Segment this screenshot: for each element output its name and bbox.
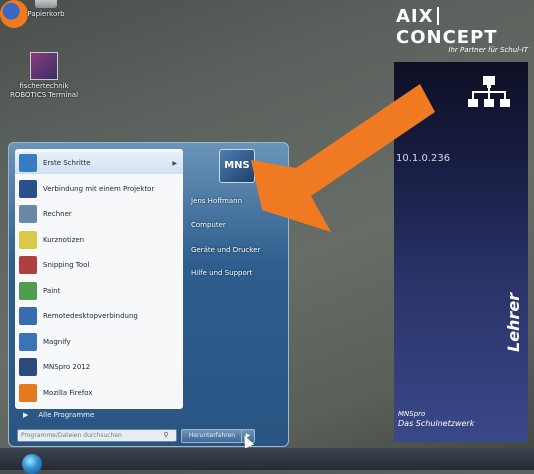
program-item[interactable]: Remotedesktopverbindung xyxy=(15,305,183,327)
scissors-icon xyxy=(19,256,37,274)
program-item-label: Rechner xyxy=(43,210,72,218)
logo-left-text: AIX xyxy=(396,6,434,27)
program-item[interactable]: MNSpro 2012 xyxy=(15,356,183,378)
info-side-panel: 10.1.0.236 Lehrer MNSpro Das Schulnetzwe… xyxy=(394,62,528,442)
program-item[interactable]: Verbindung mit einem Projektor xyxy=(15,178,183,200)
program-item-label: Erste Schritte xyxy=(43,159,91,167)
program-item-label: Magnify xyxy=(43,337,71,346)
program-item-label: Verbindung mit einem Projektor xyxy=(43,184,155,193)
ip-address: 10.1.0.236 xyxy=(396,153,451,164)
search-icon[interactable]: ⚲ xyxy=(159,429,173,441)
submenu-arrow-icon: ▶ xyxy=(172,159,177,167)
user-picture[interactable]: MNS xyxy=(219,149,255,183)
shutdown-button[interactable]: Herunterfahren xyxy=(181,429,243,443)
aixconcept-logo: AIXCONCEPT Ihr Partner für Schul-IT xyxy=(396,6,528,54)
taskbar xyxy=(0,448,534,470)
program-item[interactable]: Kurznotizen xyxy=(15,229,183,251)
network-tree-icon xyxy=(468,76,510,107)
right-link-devices-printers[interactable]: Geräte und Drucker xyxy=(191,246,260,254)
search-input[interactable]: Programme/Dateien durchsuchen xyxy=(17,429,177,442)
program-item-label: Paint xyxy=(43,286,61,295)
right-link-help-support[interactable]: Hilfe und Support xyxy=(191,269,252,277)
paint-icon xyxy=(19,281,37,300)
all-programs-label: Alle Programme xyxy=(38,411,95,419)
remote-desktop-icon xyxy=(19,307,37,325)
program-item[interactable]: Erste Schritte ▶ xyxy=(15,152,183,174)
mnspro-icon xyxy=(19,358,37,376)
triangle-right-icon: ▶ xyxy=(23,411,29,419)
ip-info: 10.1.0.236 xyxy=(396,154,450,164)
program-item[interactable]: Magnify xyxy=(15,331,183,353)
recycle-bin-icon xyxy=(35,0,57,8)
robotics-terminal-icon xyxy=(30,52,58,80)
desktop-icon-recycle-bin[interactable]: Papierkorb xyxy=(16,0,76,19)
program-item[interactable]: Paint xyxy=(15,280,183,302)
program-item-label: Kurznotizen xyxy=(43,235,85,244)
program-item[interactable]: Rechner xyxy=(15,203,183,225)
program-list: Erste Schritte ▶ Verbindung mit einem Proj… xyxy=(15,149,183,409)
desktop-icon-label: Papierkorb xyxy=(27,10,65,18)
program-item-label: Snipping Tool xyxy=(43,261,90,269)
start-menu: Erste Schritte ▶ Verbindung mit einem Proj… xyxy=(8,142,289,447)
sticky-notes-icon xyxy=(19,230,37,249)
desktop-icon-robotics-terminal[interactable]: fischertechnik ROBOTICS Terminal xyxy=(4,52,84,100)
right-link-computer[interactable]: Computer xyxy=(191,221,226,229)
start-menu-right-column: MNS Jens Hoffmann Computer Geräte und Dr… xyxy=(181,143,287,443)
getting-started-icon xyxy=(19,154,37,172)
program-item[interactable]: Snipping Tool xyxy=(15,254,183,276)
program-item-label: MNSpro 2012 xyxy=(43,363,91,371)
projector-icon xyxy=(19,179,37,198)
role-label: Lehrer xyxy=(504,292,523,352)
firefox-icon xyxy=(19,383,37,402)
desktop-icon-label: fischertechnik ROBOTICS Terminal xyxy=(9,82,79,99)
program-item-label: Remotedesktopverbindung xyxy=(43,312,138,320)
program-item[interactable]: Mozilla Firefox xyxy=(15,382,183,404)
logo-right-text: CONCEPT xyxy=(396,27,498,48)
start-orb-button[interactable] xyxy=(22,454,42,474)
calculator-icon xyxy=(19,205,37,223)
all-programs-button[interactable]: ▶ Alle Programme xyxy=(15,405,183,425)
right-link-user[interactable]: Jens Hoffmann xyxy=(191,197,242,205)
magnifier-icon xyxy=(19,332,37,351)
program-item-label: Mozilla Firefox xyxy=(43,388,93,397)
product-tagline: Das Schulnetzwerk xyxy=(398,419,475,428)
product-name: MNSpro xyxy=(398,410,426,418)
panel-footer: MNSpro Das Schulnetzwerk xyxy=(398,410,474,428)
